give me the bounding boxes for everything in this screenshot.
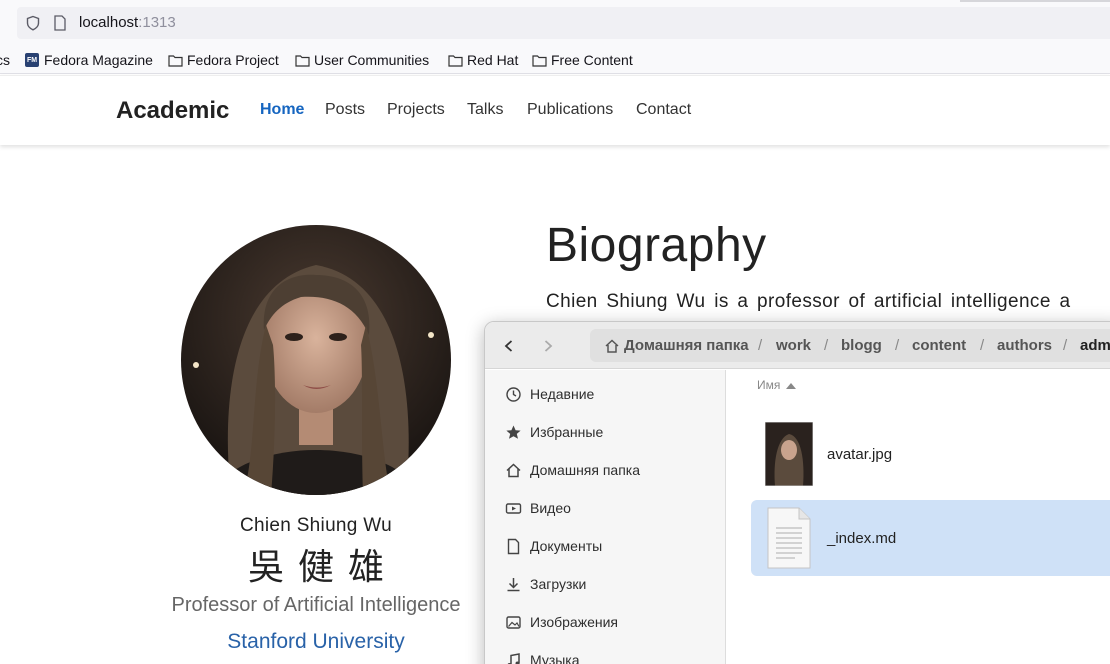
profile-name: Chien Shiung Wu bbox=[239, 515, 393, 536]
sidebar-item-starred[interactable]: Избранные bbox=[505, 421, 603, 443]
biography-heading: Biography bbox=[546, 219, 767, 272]
browser-toolbar: localhost:1313 bbox=[0, 0, 1110, 46]
nav-publications[interactable]: Publications bbox=[527, 101, 613, 119]
path-separator: / bbox=[824, 337, 829, 354]
home-icon bbox=[506, 462, 521, 477]
site-navbar: Academic Home Posts Projects Talks Publi… bbox=[0, 75, 1110, 145]
url-port: :1313 bbox=[138, 14, 176, 31]
nav-contact[interactable]: Contact bbox=[636, 101, 691, 119]
sidebar-item-label: Музыка bbox=[530, 652, 580, 664]
folder-icon bbox=[532, 54, 547, 67]
file-name: avatar.jpg bbox=[827, 445, 893, 463]
column-header-label: Имя bbox=[757, 378, 781, 392]
profile-role: Professor of Artificial Intelligence bbox=[171, 594, 461, 616]
sidebar-item-music[interactable]: Музыка bbox=[505, 649, 580, 664]
url-text[interactable]: localhost:1313 bbox=[79, 14, 176, 31]
sidebar-item-label: Загрузки bbox=[530, 576, 587, 592]
path-separator: / bbox=[980, 337, 985, 354]
home-icon bbox=[605, 339, 619, 353]
path-separator: / bbox=[1063, 337, 1068, 354]
bookmark-folder-user-communities[interactable]: User Communities bbox=[295, 50, 429, 70]
path-segment-work[interactable]: work bbox=[776, 337, 811, 354]
url-bar[interactable]: localhost:1313 bbox=[17, 7, 1110, 39]
path-segment-content[interactable]: content bbox=[912, 337, 966, 354]
bookmark-fedora-magazine[interactable]: FM Fedora Magazine bbox=[25, 50, 153, 70]
sidebar-item-pictures[interactable]: Изображения bbox=[505, 611, 618, 633]
path-segment-home[interactable]: Домашняя папка bbox=[624, 337, 749, 354]
url-host: localhost bbox=[79, 14, 139, 31]
page-icon bbox=[54, 15, 66, 31]
sidebar-item-label: Изображения bbox=[530, 614, 618, 630]
text-file-icon bbox=[767, 507, 811, 569]
nav-posts[interactable]: Posts bbox=[325, 101, 365, 119]
avatar-photo bbox=[181, 225, 451, 495]
sidebar-item-label: Избранные bbox=[530, 424, 604, 440]
path-segment-current[interactable]: adm bbox=[1080, 337, 1110, 354]
dialog-header: Домашняя папка / work / blogg / content … bbox=[485, 322, 1110, 369]
nav-talks[interactable]: Talks bbox=[467, 101, 503, 119]
fedora-magazine-icon: FM bbox=[25, 53, 39, 67]
folder-icon bbox=[168, 54, 183, 67]
sidebar-item-videos[interactable]: Видео bbox=[505, 497, 571, 519]
bookmark-label: Red Hat bbox=[467, 52, 519, 68]
bookmark-folder-free-content[interactable]: Free Content bbox=[532, 50, 633, 70]
nav-home[interactable]: Home bbox=[260, 101, 304, 119]
file-row-avatar[interactable]: avatar.jpg bbox=[751, 416, 1110, 492]
path-bar: Домашняя папка / work / blogg / content … bbox=[590, 329, 1110, 362]
tab-strip-edge bbox=[960, 0, 1110, 2]
clock-icon bbox=[506, 386, 521, 402]
folder-icon bbox=[295, 54, 310, 67]
bookmark-label: Fedora Project bbox=[187, 52, 279, 68]
document-icon bbox=[507, 538, 520, 554]
chevron-left-icon bbox=[504, 340, 513, 352]
bookmark-label: cs bbox=[0, 52, 10, 68]
sidebar-item-label: Видео bbox=[530, 500, 571, 516]
bookmarks-toolbar: cs FM Fedora Magazine Fedora Project Use… bbox=[0, 46, 1110, 74]
sidebar-item-documents[interactable]: Документы bbox=[505, 535, 602, 557]
file-list: Имя avatar.jpg _index.md bbox=[727, 370, 1110, 664]
nav-projects[interactable]: Projects bbox=[387, 101, 445, 119]
music-icon bbox=[507, 652, 520, 664]
sidebar-item-home[interactable]: Домашняя папка bbox=[505, 459, 640, 481]
profile-name-chinese: 吳健雄 bbox=[247, 547, 398, 588]
sidebar-item-label: Недавние bbox=[530, 386, 595, 402]
avatar bbox=[181, 225, 451, 495]
path-segment-authors[interactable]: authors bbox=[997, 337, 1052, 354]
biography-text: Chien Shiung Wu is a professor of artifi… bbox=[546, 291, 1071, 312]
path-separator: / bbox=[895, 337, 900, 354]
forward-button[interactable] bbox=[534, 332, 562, 360]
folder-icon bbox=[448, 54, 463, 67]
sidebar-item-label: Документы bbox=[530, 538, 603, 554]
bookmark-label: Free Content bbox=[551, 52, 633, 68]
bookmark-label: User Communities bbox=[314, 52, 430, 68]
path-separator: / bbox=[758, 337, 763, 354]
path-segment-blogg[interactable]: blogg bbox=[841, 337, 882, 354]
video-icon bbox=[505, 502, 522, 514]
bookmark-label: Fedora Magazine bbox=[44, 52, 153, 68]
image-icon bbox=[506, 615, 521, 629]
chevron-right-icon bbox=[544, 340, 553, 352]
bookmark-partial[interactable]: cs bbox=[0, 50, 10, 70]
shield-icon[interactable] bbox=[25, 15, 41, 31]
sidebar-item-label: Домашняя папка bbox=[530, 462, 641, 478]
bookmark-folder-fedora-project[interactable]: Fedora Project bbox=[168, 50, 279, 70]
star-icon bbox=[506, 425, 521, 439]
back-button[interactable] bbox=[495, 332, 523, 360]
places-sidebar: Недавние Избранные Домашняя папка Видео … bbox=[485, 370, 726, 664]
file-name: _index.md bbox=[827, 529, 897, 547]
sidebar-item-recent[interactable]: Недавние bbox=[505, 383, 594, 405]
column-header-name[interactable]: Имя bbox=[757, 378, 797, 392]
bookmark-folder-red-hat[interactable]: Red Hat bbox=[448, 50, 518, 70]
file-row-index-md[interactable]: _index.md bbox=[751, 500, 1110, 576]
sort-ascending-icon bbox=[786, 382, 797, 389]
image-thumbnail bbox=[765, 422, 813, 486]
sidebar-item-downloads[interactable]: Загрузки bbox=[505, 573, 586, 595]
profile-organization-link[interactable]: Stanford University bbox=[116, 630, 516, 654]
site-brand[interactable]: Academic bbox=[116, 97, 229, 125]
file-chooser-dialog: Домашняя папка / work / blogg / content … bbox=[484, 321, 1110, 664]
download-icon bbox=[507, 577, 520, 591]
